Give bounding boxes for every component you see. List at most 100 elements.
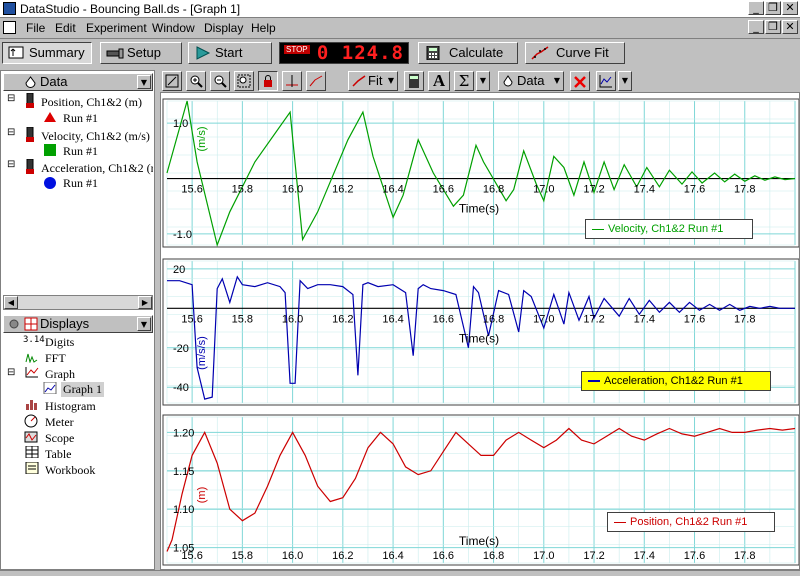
- display-fft[interactable]: FFT: [45, 351, 66, 366]
- display-workbook[interactable]: Workbook: [45, 463, 95, 478]
- display-table[interactable]: Table: [45, 447, 71, 462]
- collapse-icon[interactable]: ⊟: [7, 127, 15, 138]
- setup-button[interactable]: Setup: [100, 42, 182, 64]
- collapse-icon[interactable]: ⊟: [7, 159, 15, 170]
- legend-velocity[interactable]: Velocity, Ch1&2 Run #1: [585, 219, 753, 239]
- calculate-button[interactable]: Calculate: [418, 42, 518, 64]
- delete-button[interactable]: [570, 71, 590, 91]
- run-velocity[interactable]: Run #1: [63, 144, 98, 159]
- displays-icon: [24, 317, 38, 331]
- graph-canvas[interactable]: 15.6 15.8 16.0 16.2 16.4 16.6 16.8 17.0 17.2 17.4…: [161, 93, 799, 569]
- legend-line-velocity: [592, 228, 604, 230]
- velocity-y-axis-label: (m/s): [196, 126, 208, 151]
- curve-fit-button[interactable]: Curve Fit: [525, 42, 625, 64]
- velocity-x-tick-label: 16.8: [483, 184, 504, 196]
- smart-tool-button[interactable]: [282, 71, 302, 91]
- annotation-button[interactable]: A: [428, 71, 450, 91]
- data-lock-button[interactable]: [258, 71, 278, 91]
- document-icon[interactable]: [3, 21, 16, 34]
- fft-icon: [25, 353, 38, 363]
- display-graph[interactable]: Graph: [45, 367, 75, 382]
- acceleration-x-tick-label: 16.2: [332, 313, 353, 325]
- summary-button[interactable]: Summary: [2, 42, 92, 64]
- text-annotation-icon: A: [432, 71, 446, 90]
- app-icon[interactable]: [3, 2, 16, 15]
- menu-help[interactable]: Help: [251, 21, 276, 35]
- position-x-tick-label: 16.2: [332, 550, 353, 562]
- acceleration-x-tick-label: 17.4: [634, 313, 655, 325]
- position-x-tick-label: 17.2: [583, 550, 604, 562]
- minimize-button[interactable]: _: [748, 1, 764, 15]
- main-toolbar: Summary Setup Start STOP 0 124.8 Calcula…: [0, 38, 800, 66]
- velocity-x-tick-label: 16.4: [382, 184, 403, 196]
- velocity-x-tick-label: 16.0: [282, 184, 303, 196]
- data-source-acceleration[interactable]: Acceleration, Ch1&2 (m/s/s): [41, 161, 153, 176]
- fit-dropdown[interactable]: Fit ▼: [348, 71, 398, 91]
- curve-fit-icon: [531, 46, 549, 60]
- restore-button[interactable]: ❐: [765, 1, 781, 15]
- zoom-out-button[interactable]: [210, 71, 230, 91]
- acceleration-y-tick-label: -40: [173, 382, 189, 394]
- menu-file[interactable]: File: [26, 21, 45, 35]
- menu-edit[interactable]: Edit: [55, 21, 76, 35]
- acceleration-x-tick-label: 15.8: [232, 313, 253, 325]
- position-x-tick-label: 15.8: [232, 550, 253, 562]
- data-pane-header[interactable]: Data ▼: [3, 73, 153, 91]
- statistics-dropdown[interactable]: ▼: [476, 71, 490, 91]
- calculator-icon: [409, 74, 419, 88]
- position-y-axis-label: (m): [196, 487, 208, 504]
- doc-minimize-button[interactable]: _: [748, 20, 764, 34]
- display-digits[interactable]: Digits: [45, 335, 74, 350]
- zoom-in-button[interactable]: [186, 71, 206, 91]
- statistics-calculator-button[interactable]: [404, 71, 424, 91]
- position-x-tick-label: 17.6: [684, 550, 705, 562]
- menu-display[interactable]: Display: [204, 21, 243, 35]
- velocity-x-tick-label: 16.6: [433, 184, 454, 196]
- slope-tool-button[interactable]: [306, 71, 326, 91]
- displays-pane-header[interactable]: Displays ▼: [3, 315, 153, 333]
- menu-experiment[interactable]: Experiment: [86, 21, 147, 35]
- stop-indicator: STOP: [284, 45, 310, 54]
- zoom-select-button[interactable]: [234, 71, 254, 91]
- acceleration-x-tick-label: 17.2: [583, 313, 604, 325]
- chevron-down-icon: ▼: [479, 76, 487, 85]
- display-meter[interactable]: Meter: [45, 415, 74, 430]
- display-histogram[interactable]: Histogram: [45, 399, 96, 414]
- chevron-down-icon[interactable]: ▼: [137, 75, 151, 89]
- data-source-position[interactable]: Position, Ch1&2 (m): [41, 95, 142, 110]
- collapse-icon[interactable]: ⊟: [7, 367, 15, 378]
- legend-position[interactable]: Position, Ch1&2 Run #1: [607, 512, 775, 532]
- menu-window[interactable]: Window: [152, 21, 195, 35]
- position-x-tick-label: 17.0: [533, 550, 554, 562]
- start-button[interactable]: Start: [188, 42, 272, 64]
- doc-close-button[interactable]: ✕: [782, 20, 798, 34]
- position-y-tick-label: 1.05: [173, 543, 194, 555]
- doc-restore-button[interactable]: ❐: [765, 20, 781, 34]
- display-graph-1[interactable]: Graph 1: [61, 382, 104, 397]
- lock-icon: [264, 75, 272, 87]
- scale-to-fit-button[interactable]: [162, 71, 182, 91]
- collapse-icon[interactable]: ⊟: [7, 93, 15, 104]
- run-position[interactable]: Run #1: [63, 111, 98, 126]
- title-bar: DataStudio - Bouncing Ball.ds - [Graph 1…: [0, 0, 800, 18]
- graph-settings-button[interactable]: [596, 71, 616, 91]
- run-acceleration[interactable]: Run #1: [63, 176, 98, 191]
- statistics-button[interactable]: Σ: [454, 71, 474, 91]
- data-dropdown[interactable]: Data ▼: [498, 71, 564, 91]
- acceleration-y-tick-label: -20: [173, 343, 189, 355]
- display-scope[interactable]: Scope: [45, 431, 74, 446]
- menu-bar: File Edit Experiment Window Display Help…: [0, 18, 800, 37]
- position-x-tick-label: 16.0: [282, 550, 303, 562]
- histogram-icon: [26, 400, 37, 410]
- position-x-tick-label: 16.8: [483, 550, 504, 562]
- chevron-down-icon[interactable]: ▼: [137, 317, 151, 331]
- summary-icon: [8, 46, 24, 59]
- graph-settings-dropdown[interactable]: ▼: [618, 71, 632, 91]
- data-source-velocity[interactable]: Velocity, Ch1&2 (m/s): [41, 129, 150, 144]
- legend-acceleration[interactable]: Acceleration, Ch1&2 Run #1: [581, 371, 771, 391]
- data-tree-scrollbar[interactable]: ◀ ▶: [3, 295, 153, 310]
- scroll-right-icon[interactable]: ▶: [138, 296, 152, 309]
- scroll-left-icon[interactable]: ◀: [4, 296, 18, 309]
- close-button[interactable]: ✕: [782, 1, 798, 15]
- zoom-out-icon: [214, 75, 227, 88]
